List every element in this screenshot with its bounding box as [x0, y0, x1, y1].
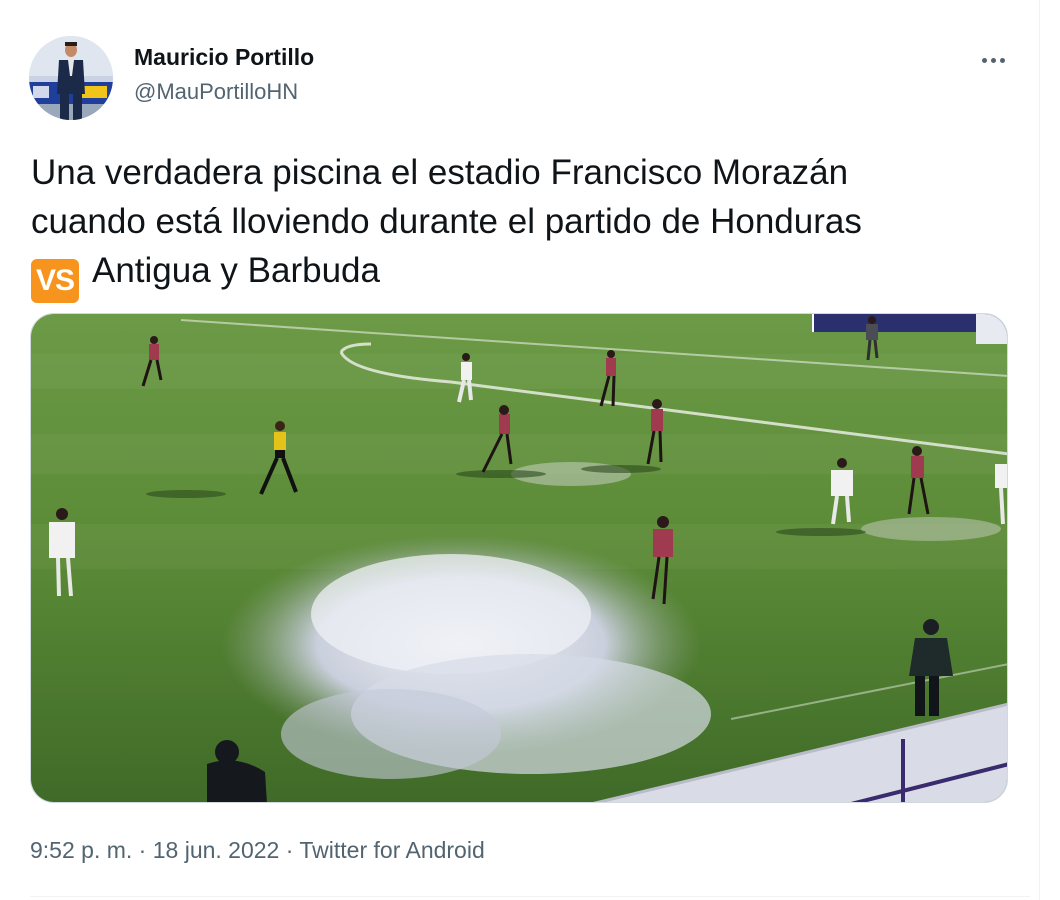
divider	[30, 896, 1030, 897]
flooded-football-pitch-photo	[31, 314, 1007, 802]
author-avatar[interactable]	[29, 36, 113, 120]
tweet-text-line: Una verdadera piscina el estadio Francis…	[31, 153, 849, 192]
tweet-text-line: cuando está lloviendo durante el partido…	[31, 202, 862, 241]
tweet-photo[interactable]	[30, 313, 1008, 803]
tweet-metadata: 9:52 p. m. · 18 jun. 2022 · Twitter for …	[30, 837, 485, 864]
tweet-text-line: VS Antigua y Barbuda	[31, 246, 1016, 303]
more-horizontal-icon	[981, 57, 1005, 63]
tweet-card: Mauricio Portillo @MauPortilloHN Una ver…	[0, 0, 1060, 900]
tweet-source[interactable]: Twitter for Android	[299, 837, 484, 863]
tweet-timestamp[interactable]: 9:52 p. m.	[30, 837, 132, 863]
separator: ·	[132, 837, 153, 863]
author-handle[interactable]: @MauPortilloHN	[134, 79, 298, 105]
tweet-date[interactable]: 18 jun. 2022	[153, 837, 280, 863]
more-options-button[interactable]	[966, 42, 1020, 78]
author-name[interactable]: Mauricio Portillo	[134, 44, 314, 71]
tweet-text-segment: Antigua y Barbuda	[92, 251, 380, 290]
person-in-suit-avatar-icon	[29, 36, 113, 120]
vs-emoji-icon: VS	[31, 259, 79, 303]
tweet-text: Una verdadera piscina el estadio Francis…	[31, 148, 1016, 303]
divider	[1039, 0, 1040, 900]
separator: ·	[279, 837, 300, 863]
